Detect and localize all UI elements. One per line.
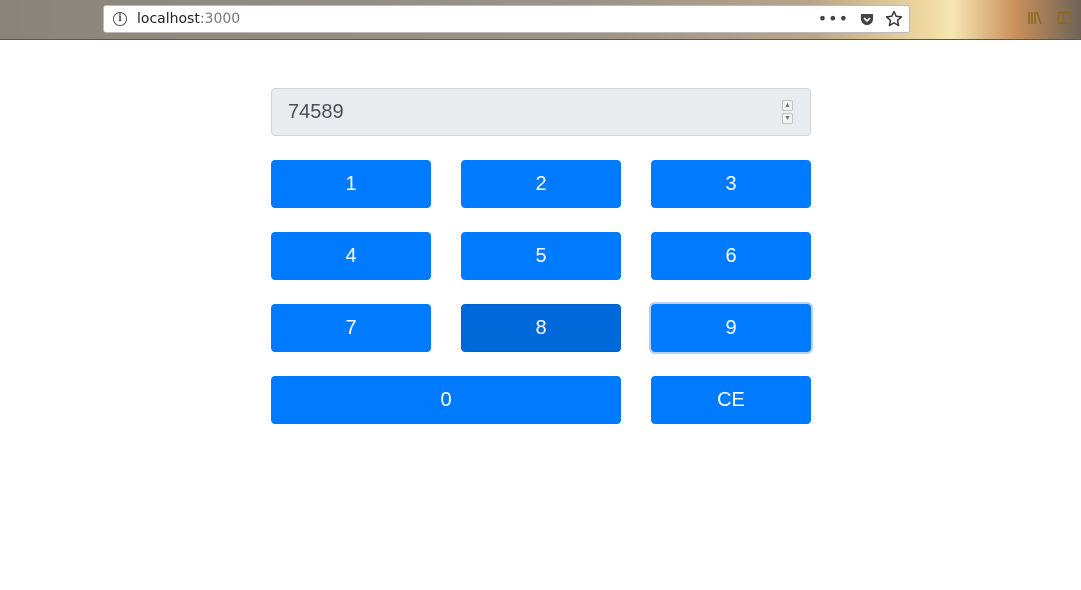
sidebar-icon[interactable] bbox=[1057, 10, 1073, 30]
browser-toolbar: i localhost:3000 ••• bbox=[0, 0, 1081, 40]
spin-up-icon[interactable]: ▲ bbox=[782, 100, 793, 111]
clear-entry-button[interactable]: CE bbox=[651, 376, 811, 424]
bookmark-star-icon[interactable] bbox=[885, 10, 903, 28]
display-value: 74589 bbox=[288, 101, 344, 123]
key-2[interactable]: 2 bbox=[461, 160, 621, 208]
pocket-icon[interactable] bbox=[859, 11, 875, 27]
display-input[interactable]: 74589 ▲ ▼ bbox=[271, 88, 811, 136]
more-icon[interactable]: ••• bbox=[818, 9, 849, 29]
key-1[interactable]: 1 bbox=[271, 160, 431, 208]
library-icon[interactable] bbox=[1027, 10, 1043, 30]
url-text[interactable]: localhost:3000 bbox=[137, 11, 240, 27]
key-0[interactable]: 0 bbox=[271, 376, 621, 424]
key-3[interactable]: 3 bbox=[651, 160, 811, 208]
key-8[interactable]: 8 bbox=[461, 304, 621, 352]
key-4[interactable]: 4 bbox=[271, 232, 431, 280]
info-icon[interactable]: i bbox=[113, 12, 127, 26]
key-5[interactable]: 5 bbox=[461, 232, 621, 280]
key-7[interactable]: 7 bbox=[271, 304, 431, 352]
key-9[interactable]: 9 bbox=[651, 304, 811, 352]
key-6[interactable]: 6 bbox=[651, 232, 811, 280]
spin-down-icon[interactable]: ▼ bbox=[782, 113, 793, 124]
url-port: :3000 bbox=[199, 11, 241, 27]
number-spinner[interactable]: ▲ ▼ bbox=[782, 100, 793, 124]
url-host: localhost bbox=[137, 11, 200, 27]
url-bar[interactable]: i localhost:3000 ••• bbox=[103, 5, 910, 33]
